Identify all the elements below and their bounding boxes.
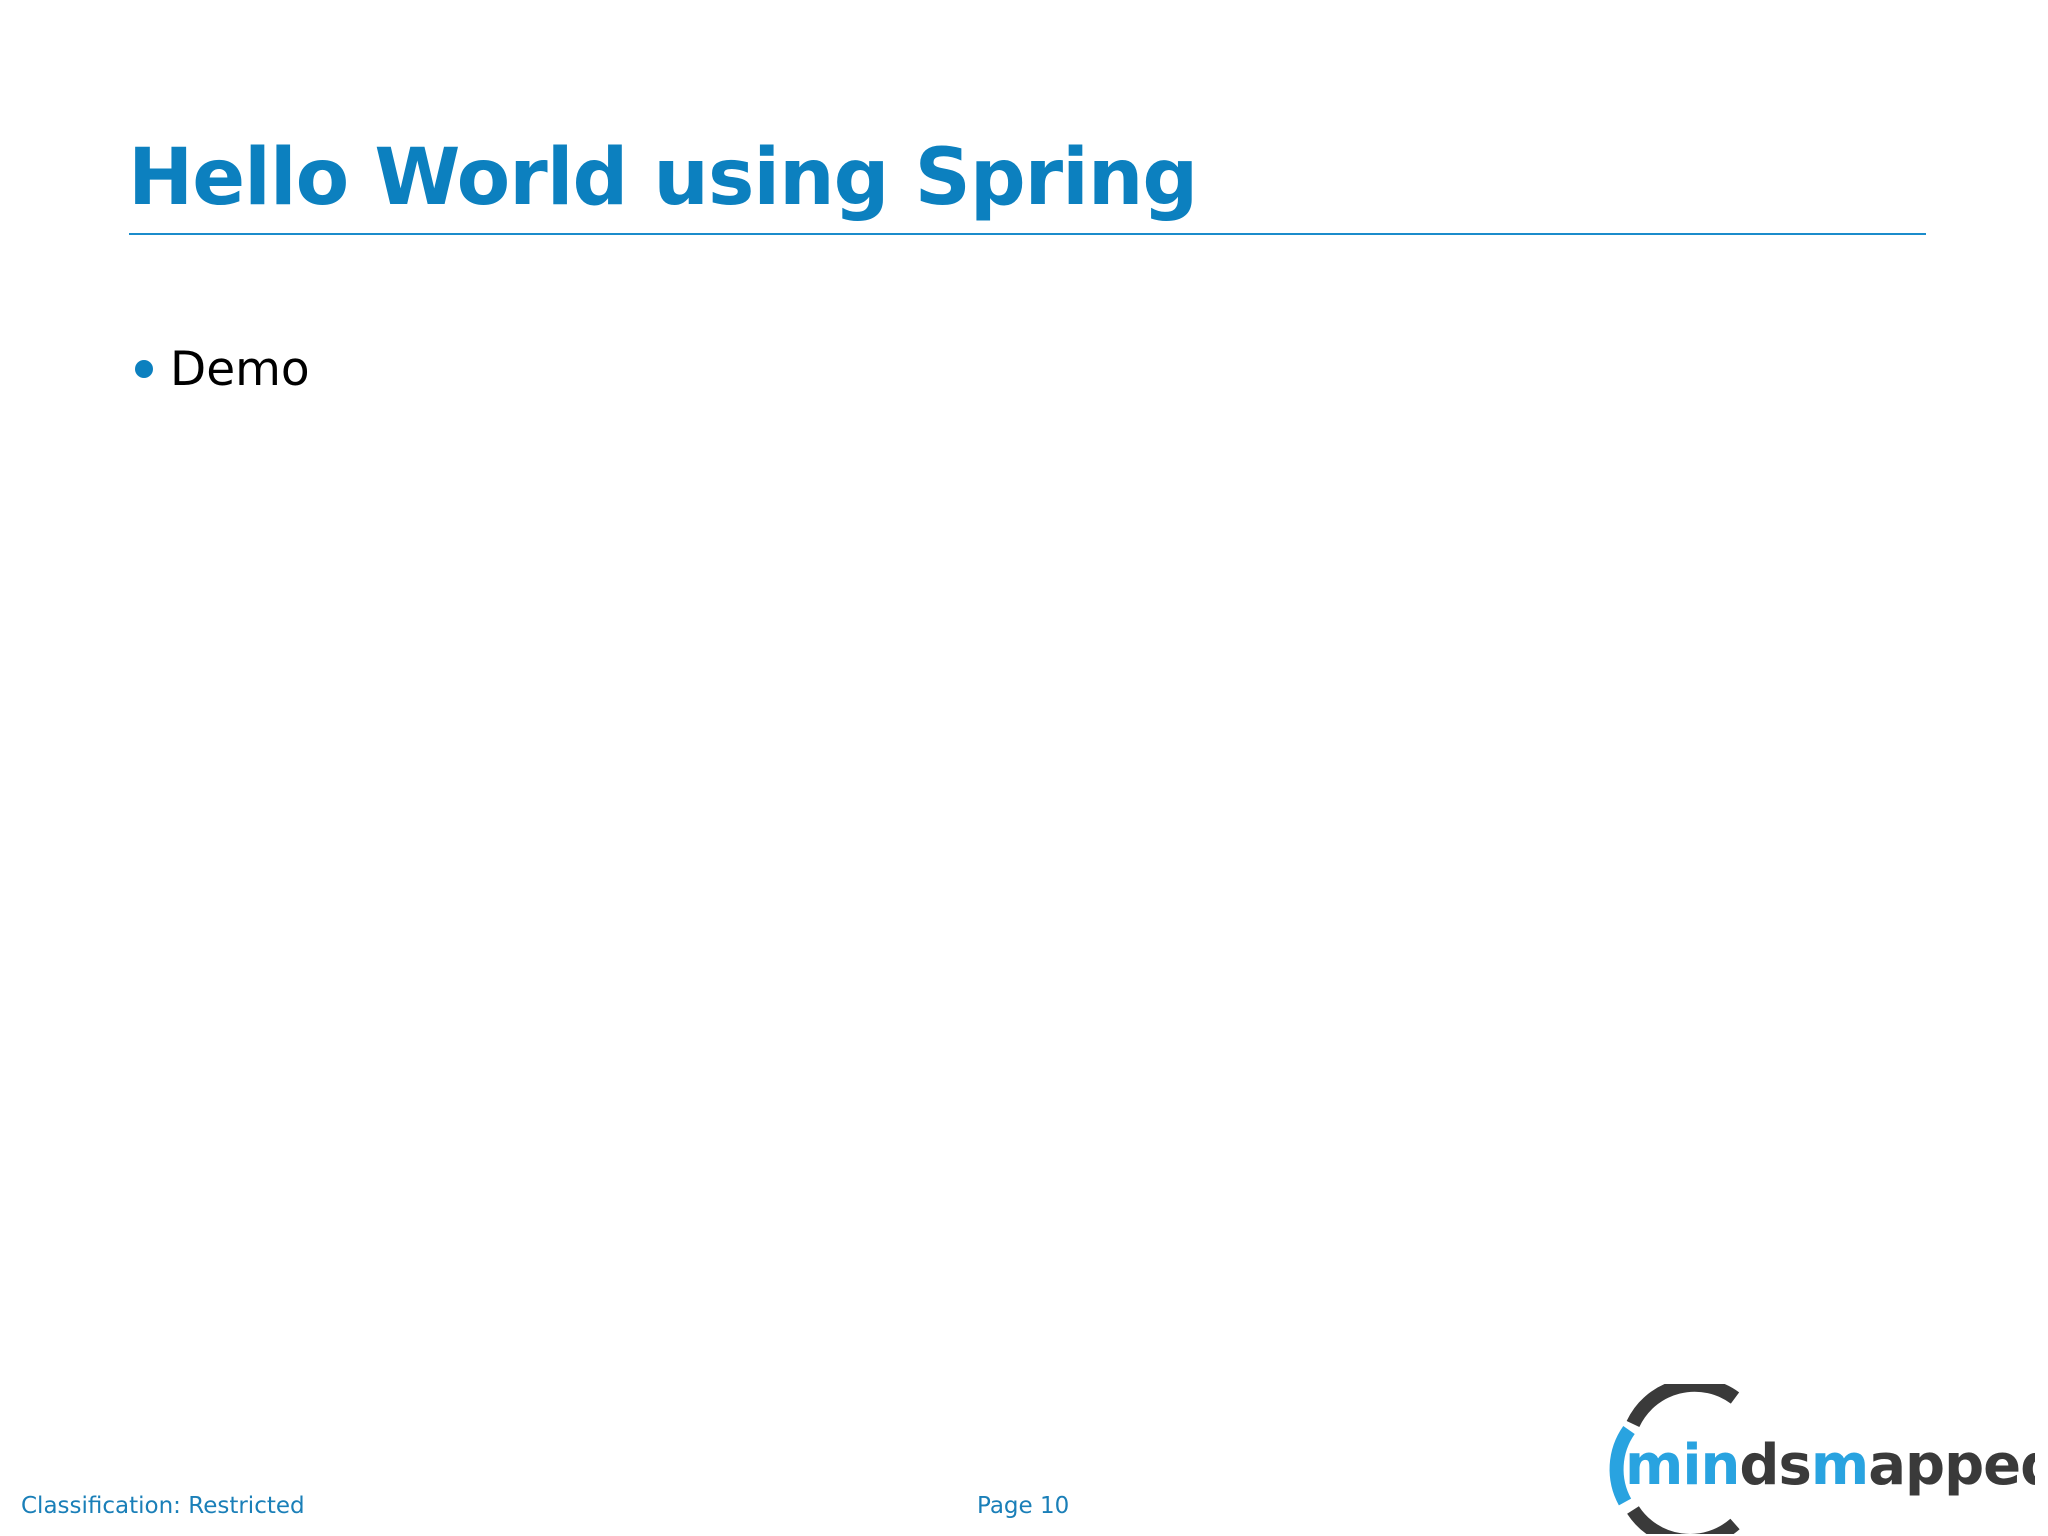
slide-title: Hello World using Spring	[128, 133, 1198, 223]
logo-text-part1: min	[1625, 1433, 1739, 1498]
bullet-dot-icon	[135, 360, 153, 378]
logo-ring-top-arc	[1626, 1384, 1740, 1428]
bullet-list: Demo	[130, 336, 310, 402]
logo-text-part4: apped	[1868, 1433, 2035, 1498]
logo-text-part2: ds	[1739, 1433, 1810, 1498]
logo-text-part3: m	[1811, 1433, 1868, 1498]
bullet-text: Demo	[170, 341, 310, 397]
logo-ring-bottom-arc	[1627, 1505, 1740, 1534]
mindsmapped-logo: mindsmapped	[1609, 1384, 2035, 1534]
footer-classification: Classification: Restricted	[21, 1493, 305, 1519]
footer-page-number: Page 10	[977, 1493, 1070, 1519]
title-underline	[129, 233, 1926, 235]
svg-text:mindsmapped: mindsmapped	[1625, 1433, 2035, 1498]
slide: Hello World using Spring Demo Classifica…	[0, 0, 2048, 1536]
bullet-item: Demo	[130, 336, 310, 402]
